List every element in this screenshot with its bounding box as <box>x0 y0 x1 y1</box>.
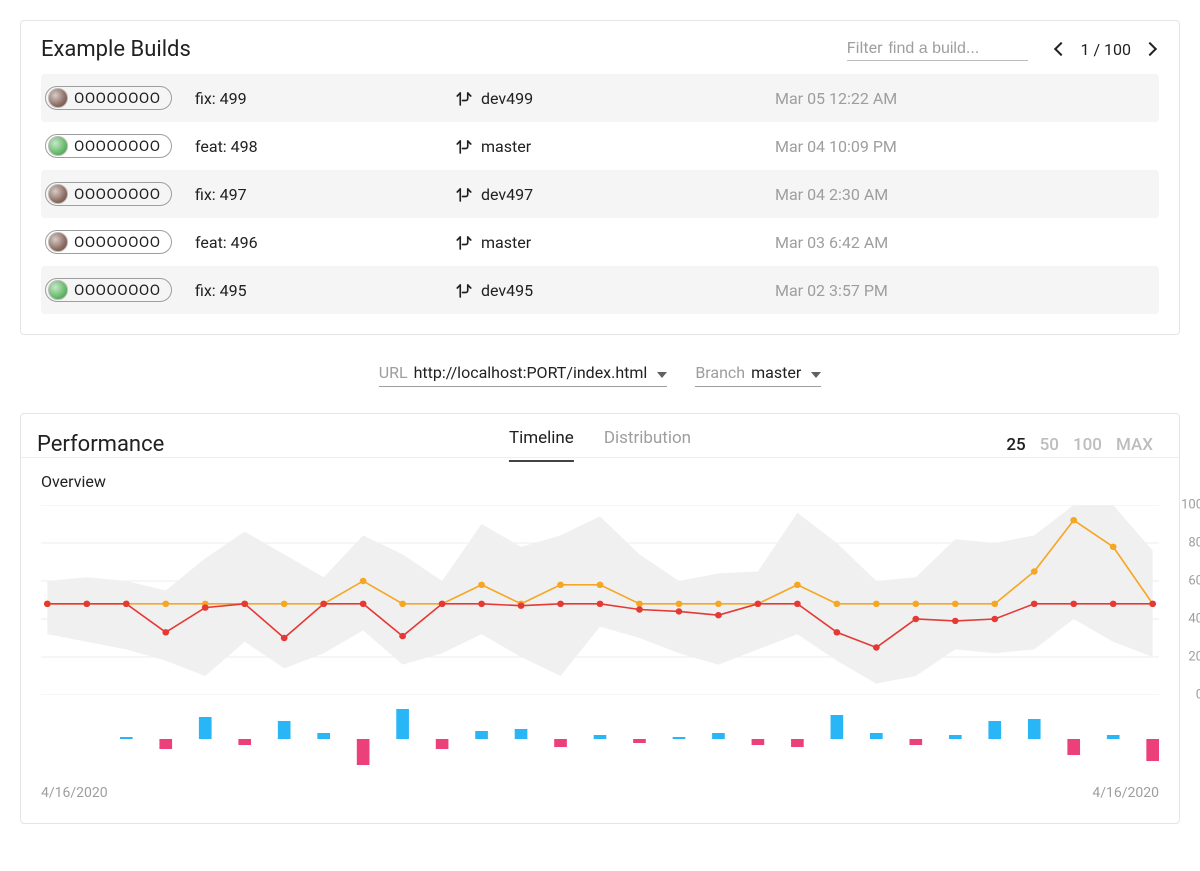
y-axis-tick: 60 <box>1188 574 1200 589</box>
avatar-icon <box>48 232 68 252</box>
build-row[interactable]: OOOOOOOO feat: 496 master Mar 03 6:42 AM <box>41 218 1159 266</box>
avatar-icon <box>48 184 68 204</box>
branch-icon <box>455 138 471 154</box>
url-selector[interactable]: URL http://localhost:PORT/index.html <box>379 363 668 387</box>
commit-chip[interactable]: OOOOOOOO <box>45 230 172 254</box>
commit-hash: OOOOOOOO <box>74 281 161 299</box>
build-row[interactable]: OOOOOOOO feat: 498 master Mar 04 10:09 PM <box>41 122 1159 170</box>
date-axis: 4/16/2020 4/16/2020 <box>41 785 1159 801</box>
cell-branch: master <box>455 233 775 252</box>
build-list: OOOOOOOOfix: 499dev499Mar 05 12:22 AMOOO… <box>21 74 1179 334</box>
performance-tabs: Timeline Distribution <box>509 428 691 462</box>
builds-header: Example Builds Filter 1 / 100 <box>21 21 1179 74</box>
y-axis-tick: 100 <box>1181 498 1200 513</box>
chevron-right-icon <box>1143 42 1157 56</box>
builds-panel: Example Builds Filter 1 / 100 OOOOOOOO fi… <box>20 20 1180 335</box>
performance-header: Performance TimelineDistribution 2550100… <box>21 414 1179 457</box>
build-row[interactable]: OOOOOOOO fix: 499 dev499 Mar 05 12:22 AM <box>41 74 1159 122</box>
branch-icon <box>455 282 471 298</box>
overview-chart: 020406080100 <box>41 505 1159 695</box>
overview-label: Overview <box>21 458 1179 491</box>
branch-selector-value: master <box>751 363 801 382</box>
branch-name: master <box>481 137 531 156</box>
commit-message: feat: 498 <box>195 137 455 156</box>
commit-message: feat: 496 <box>195 233 455 252</box>
commit-hash: OOOOOOOO <box>74 233 161 251</box>
commit-chip[interactable]: OOOOOOOO <box>45 134 172 158</box>
branch-icon <box>455 90 471 106</box>
url-selector-value: http://localhost:PORT/index.html <box>414 363 648 382</box>
branch-name: dev495 <box>481 281 533 300</box>
commit-message: fix: 495 <box>195 281 455 300</box>
avatar-icon <box>48 88 68 108</box>
date-left: 4/16/2020 <box>41 785 108 801</box>
commit-message: fix: 499 <box>195 89 455 108</box>
avatar-icon <box>48 280 68 300</box>
cell-branch: dev497 <box>455 185 775 204</box>
branch-icon <box>455 234 471 250</box>
branch-name: dev497 <box>481 185 533 204</box>
avatar-icon <box>48 136 68 156</box>
y-axis-tick: 80 <box>1188 536 1200 551</box>
chevron-left-icon <box>1054 42 1068 56</box>
commit-hash: OOOOOOOO <box>74 185 161 203</box>
cell-branch: dev499 <box>455 89 775 108</box>
build-date: Mar 02 3:57 PM <box>775 281 1159 300</box>
commit-chip[interactable]: OOOOOOOO <box>45 278 172 302</box>
caret-down-icon <box>657 372 667 378</box>
caret-down-icon <box>811 372 821 378</box>
branch-selector[interactable]: Branch master <box>695 363 821 387</box>
scale-option[interactable]: MAX <box>1116 435 1153 455</box>
selector-row: URL http://localhost:PORT/index.html Bra… <box>0 355 1200 393</box>
build-row[interactable]: OOOOOOOO fix: 495 dev495 Mar 02 3:57 PM <box>41 266 1159 314</box>
pager: 1 / 100 <box>1052 38 1159 61</box>
cell-hash: OOOOOOOO <box>45 278 195 302</box>
branch-selector-label: Branch <box>695 363 745 382</box>
scale-options: 25 50 100 MAX <box>1006 435 1153 455</box>
build-date: Mar 04 2:30 AM <box>775 185 1159 204</box>
pager-prev-button[interactable] <box>1052 38 1070 61</box>
builds-header-controls: Filter 1 / 100 <box>847 38 1159 61</box>
url-selector-label: URL <box>379 363 408 382</box>
y-axis-tick: 40 <box>1188 612 1200 627</box>
date-right: 4/16/2020 <box>1092 785 1159 801</box>
filter-input[interactable] <box>888 40 1028 58</box>
y-axis-tick: 20 <box>1188 650 1200 665</box>
delta-bars-chart <box>41 707 1159 771</box>
performance-panel: Performance Timeline Distribution 25 50 100… <box>20 413 1180 824</box>
cell-hash: OOOOOOOO <box>45 182 195 206</box>
performance-title: Performance <box>37 432 164 457</box>
pager-text: 1 / 100 <box>1080 40 1131 59</box>
cell-hash: OOOOOOOO <box>45 134 195 158</box>
filter-field[interactable]: Filter <box>847 38 1029 61</box>
build-row[interactable]: OOOOOOOO fix: 497 dev497 Mar 04 2:30 AM <box>41 170 1159 218</box>
scale-option[interactable]: 100 <box>1073 435 1102 455</box>
build-date: Mar 04 10:09 PM <box>775 137 1159 156</box>
cell-hash: OOOOOOOO <box>45 230 195 254</box>
commit-message: fix: 497 <box>195 185 455 204</box>
commit-chip[interactable]: OOOOOOOO <box>45 86 172 110</box>
branch-name: dev499 <box>481 89 533 108</box>
scale-option[interactable]: 50 <box>1040 435 1059 455</box>
commit-hash: OOOOOOOO <box>74 137 161 155</box>
branch-name: master <box>481 233 531 252</box>
pager-next-button[interactable] <box>1141 38 1159 61</box>
cell-branch: master <box>455 137 775 156</box>
cell-hash: OOOOOOOO <box>45 86 195 110</box>
builds-title: Example Builds <box>41 37 191 62</box>
tab-timeline[interactable]: Timeline <box>509 428 574 462</box>
build-date: Mar 05 12:22 AM <box>775 89 1159 108</box>
scale-option[interactable]: 25 <box>1006 435 1025 455</box>
commit-chip[interactable]: OOOOOOOO <box>45 182 172 206</box>
build-date: Mar 03 6:42 AM <box>775 233 1159 252</box>
filter-label: Filter <box>847 38 883 57</box>
commit-hash: OOOOOOOO <box>74 89 161 107</box>
tab-distribution[interactable]: Distribution <box>604 428 691 462</box>
y-axis-tick: 0 <box>1196 688 1200 703</box>
branch-icon <box>455 186 471 202</box>
cell-branch: dev495 <box>455 281 775 300</box>
